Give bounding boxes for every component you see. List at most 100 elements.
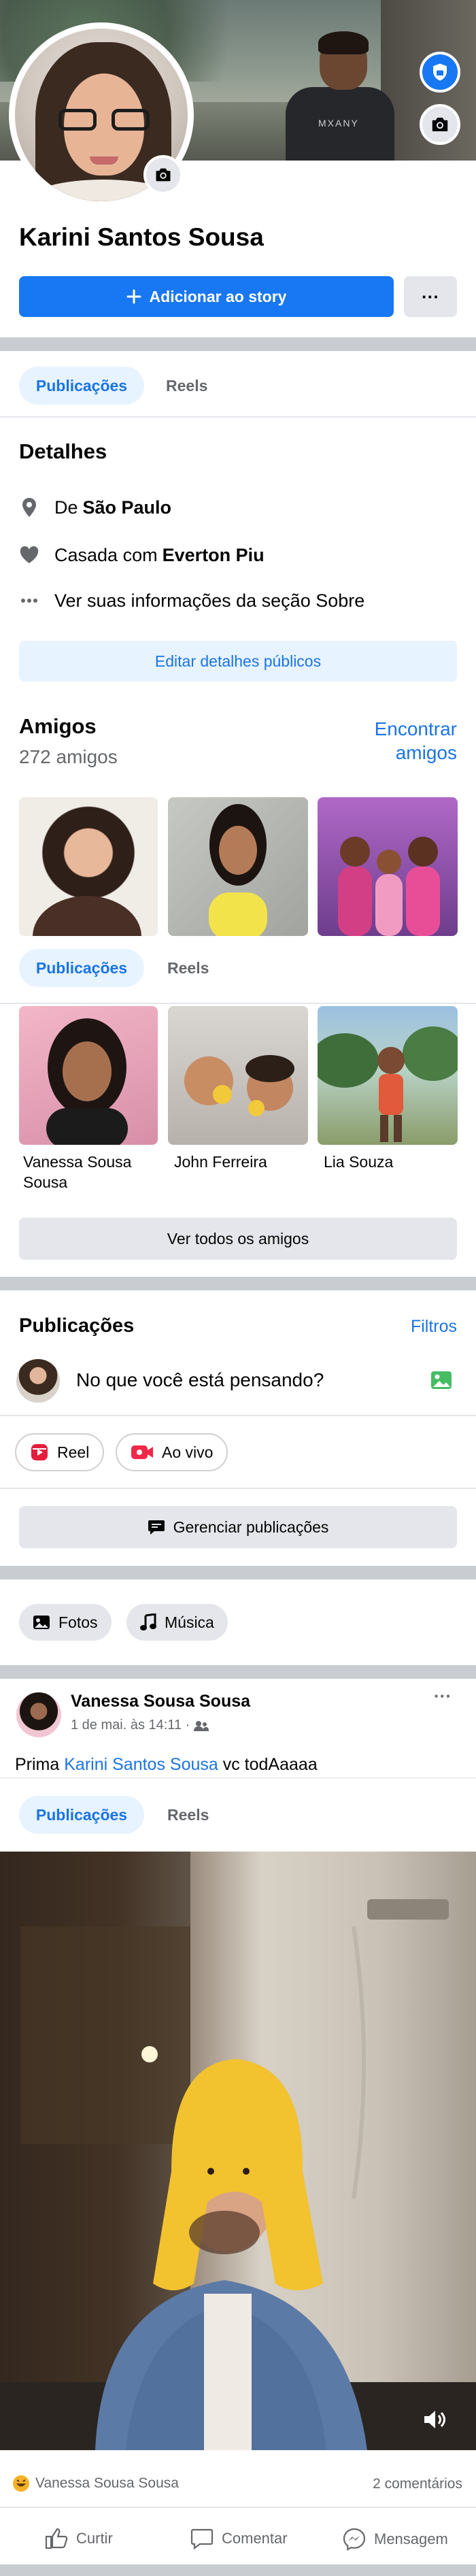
- comments-count[interactable]: 2 comentários: [373, 2476, 462, 2492]
- reel-chip[interactable]: Reel: [15, 1433, 105, 1471]
- post-reactions[interactable]: Vanessa Sousa Sousa: [12, 2475, 179, 2492]
- section-divider: [0, 1277, 476, 1290]
- tab-publicacoes-label: Publicações: [35, 376, 128, 395]
- shield-icon: [433, 63, 447, 81]
- friends-tabs-separator: [0, 1003, 476, 1004]
- post-author-avatar[interactable]: [16, 1692, 61, 1737]
- friend-name-line1: Vanessa Sousa: [23, 1153, 132, 1171]
- edit-cover-photo-button[interactable]: [420, 104, 460, 145]
- friend-name-line1: Lia Souza: [324, 1153, 394, 1171]
- speaker-icon: [424, 2411, 445, 2428]
- friend-card-photo[interactable]: [19, 1006, 158, 1145]
- find-friends-line1: Encontrar: [374, 718, 457, 739]
- post-tab-publicacoes[interactable]: Publicações: [19, 1796, 144, 1834]
- composer-input[interactable]: No que você está pensando?: [76, 1369, 324, 1391]
- more-options-button[interactable]: ···: [404, 276, 457, 317]
- find-friends-link[interactable]: Encontrar amigos: [375, 717, 457, 765]
- avatar-glasses: [58, 109, 150, 132]
- friends-tab-reels-label: Reels: [167, 958, 209, 977]
- friend-photo-art: [338, 837, 440, 936]
- haha-reaction-icon: [13, 2475, 29, 2492]
- detail-relationship: Casada com Everton Piu: [19, 540, 265, 570]
- friend-card-photo-art: [46, 1018, 128, 1145]
- comment-bubble-icon: [190, 2528, 214, 2549]
- composer-avatar[interactable]: [16, 1359, 60, 1403]
- tabs-separator: [0, 416, 476, 418]
- detail-city-prefix: De: [54, 497, 78, 518]
- manage-posts-label: Gerenciar publicações: [173, 1518, 329, 1536]
- friend-photo-art: [209, 804, 267, 936]
- post-options-button[interactable]: ···: [434, 1686, 452, 1707]
- filters-link[interactable]: Filtros: [411, 1315, 457, 1339]
- avatar-lips: [90, 156, 118, 165]
- speech-bubble-icon: [148, 1520, 165, 1535]
- friend-photo[interactable]: [168, 797, 308, 936]
- photo-upload-icon[interactable]: [430, 1369, 453, 1395]
- friends-tab-publicacoes[interactable]: Publicações: [19, 949, 144, 987]
- tab-reels[interactable]: Reels: [166, 367, 207, 405]
- friend-card-photo[interactable]: [168, 1006, 308, 1145]
- cover-person-hair: [318, 31, 369, 54]
- photos-chip[interactable]: Fotos: [19, 1604, 112, 1641]
- friends-title: Amigos: [19, 714, 97, 738]
- edit-public-details-button[interactable]: Editar detalhes públicos: [19, 641, 457, 682]
- friends-tab-publicacoes-label: Publicações: [35, 958, 128, 977]
- heart-icon: [19, 545, 39, 565]
- friend-name-line1: John Ferreira: [174, 1153, 267, 1171]
- volume-button[interactable]: [423, 2409, 447, 2433]
- location-pin-icon: [19, 497, 39, 518]
- reactor-name: Vanessa Sousa Sousa: [35, 2475, 179, 2491]
- post-tab-reels[interactable]: Reels: [167, 1796, 209, 1834]
- edit-avatar-button[interactable]: [143, 155, 183, 195]
- reel-icon: [31, 1444, 48, 1460]
- live-chip-label: Ao vivo: [162, 1443, 214, 1461]
- detail-city: De São Paulo: [19, 492, 171, 522]
- ellipsis-icon: [19, 590, 39, 611]
- friend-name[interactable]: John Ferreira: [174, 1152, 267, 1172]
- friend-card-photo-art: [318, 1026, 458, 1142]
- posts-title: Publicações: [19, 1315, 135, 1337]
- post-timestamp[interactable]: 1 de mai. às 14:11 ·: [71, 1718, 190, 1733]
- friends-count: 272 amigos: [19, 746, 118, 767]
- profile-shield-button[interactable]: [420, 52, 460, 93]
- see-all-friends-label: Ver todos os amigos: [167, 1229, 309, 1248]
- message-button[interactable]: Mensagem: [343, 2528, 448, 2551]
- messenger-icon: [343, 2528, 366, 2551]
- edit-public-details-label: Editar detalhes públicos: [154, 652, 322, 670]
- friend-name[interactable]: Lia Souza: [324, 1152, 393, 1172]
- camera-icon: [432, 118, 448, 131]
- tab-reels-label: Reels: [166, 376, 208, 395]
- post-mention-link[interactable]: Karini Santos Sousa: [64, 1755, 218, 1774]
- manage-posts-button[interactable]: Gerenciar publicações: [19, 1506, 457, 1548]
- friend-photo[interactable]: [19, 797, 158, 936]
- post-author-name[interactable]: Vanessa Sousa Sousa: [71, 1692, 250, 1711]
- comment-button[interactable]: Comentar: [190, 2528, 288, 2549]
- photos-chip-label: Fotos: [58, 1613, 98, 1631]
- post-tab-publicacoes-label: Publicações: [35, 1805, 128, 1824]
- see-all-friends-button[interactable]: Ver todos os amigos: [19, 1218, 457, 1260]
- like-button[interactable]: Curtir: [45, 2528, 113, 2549]
- friend-name[interactable]: Vanessa Sousa Sousa: [23, 1152, 131, 1192]
- detail-partner-name[interactable]: Everton Piu: [163, 545, 265, 566]
- post-text-prefix: Prima: [15, 1755, 60, 1774]
- add-to-story-button[interactable]: Adicionar ao story: [19, 276, 394, 317]
- live-video-icon: [131, 1445, 153, 1459]
- tab-publicacoes[interactable]: Publicações: [19, 367, 144, 405]
- post-tab-reels-label: Reels: [167, 1805, 209, 1824]
- profile-name: Karini Santos Sousa: [19, 223, 264, 251]
- detail-city-value[interactable]: São Paulo: [83, 497, 172, 518]
- post-image[interactable]: [0, 1852, 476, 2450]
- post-text-suffix: vc todAaaaa: [222, 1755, 318, 1774]
- music-chip[interactable]: Música: [126, 1604, 228, 1641]
- composer-separator: [0, 1415, 476, 1416]
- friends-tab-reels[interactable]: Reels: [167, 949, 209, 987]
- section-divider: [0, 1665, 476, 1679]
- post-meta: 1 de mai. às 14:11 ·: [71, 1718, 209, 1733]
- comment-label: Comentar: [222, 2530, 288, 2547]
- like-thumb-icon: [45, 2528, 68, 2549]
- detail-see-about[interactable]: Ver suas informações da seção Sobre: [19, 586, 364, 616]
- live-chip[interactable]: Ao vivo: [116, 1433, 228, 1471]
- reel-chip-label: Reel: [57, 1443, 90, 1461]
- friend-photo[interactable]: [318, 797, 458, 936]
- friend-card-photo[interactable]: [318, 1006, 458, 1145]
